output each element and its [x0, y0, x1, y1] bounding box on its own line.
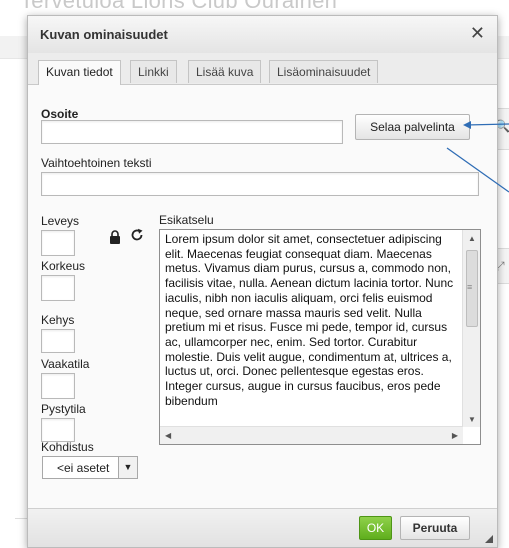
annotation-arrows — [446, 121, 509, 193]
resize-handle-icon[interactable] — [485, 535, 493, 543]
